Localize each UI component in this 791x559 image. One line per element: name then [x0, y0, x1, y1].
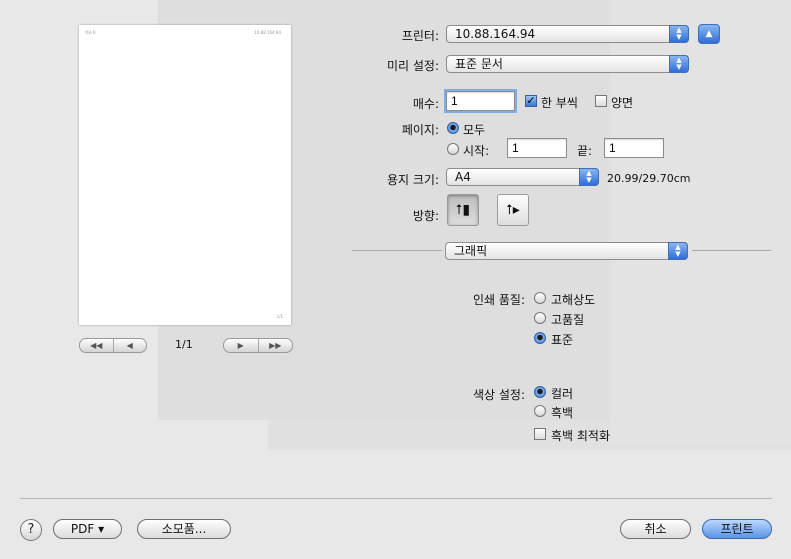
color-option-label: 컬러: [551, 387, 574, 401]
quality-standard-label: 표준: [551, 333, 574, 347]
presets-value: 표준 문서: [455, 57, 503, 71]
pages-label: 페이지:: [401, 123, 439, 137]
print-button[interactable]: 프린트: [702, 519, 772, 539]
copies-field[interactable]: [446, 91, 515, 111]
triangle-up-icon: ▲: [705, 29, 713, 39]
pages-all-label: 모두: [463, 123, 486, 137]
pages-to-label: 끝:: [577, 144, 593, 158]
duplex-label: 양면: [611, 96, 634, 110]
orientation-label: 방향:: [412, 209, 439, 223]
popup-arrows-icon: ▲ ▼: [669, 55, 689, 73]
preview-nav-forward[interactable]: ▶ ▶▶: [223, 338, 293, 353]
grayscale-optimize-checkbox[interactable]: [534, 428, 546, 440]
preview-header-left: 텍스트: [85, 30, 97, 35]
section-divider-right: [692, 250, 771, 251]
preview-header-right: 10.88.164.94: [254, 30, 281, 35]
prev-page-icon[interactable]: ◀: [112, 339, 147, 352]
grayscale-optimize-label: 흑백 최적화: [551, 429, 611, 443]
pages-from-label: 시작:: [463, 144, 490, 158]
first-page-icon[interactable]: ◀◀: [80, 339, 113, 352]
presets-label: 미리 설정:: [386, 59, 439, 73]
collapse-details-button[interactable]: ▲: [698, 24, 720, 44]
last-page-icon[interactable]: ▶▶: [257, 339, 293, 352]
pages-range-radio[interactable]: [447, 143, 459, 155]
color-label: 색상 설정:: [472, 388, 525, 402]
supplies-button[interactable]: 소모품...: [137, 519, 231, 539]
pages-to-field[interactable]: [604, 138, 664, 158]
collated-label: 한 부씩: [541, 96, 578, 110]
popup-arrows-icon: ▲ ▼: [579, 168, 599, 186]
section-popup[interactable]: 그래픽 ▲ ▼: [445, 242, 688, 260]
landscape-orientation-icon: ⭡▸: [506, 202, 520, 218]
quality-high-label: 고품질: [551, 313, 585, 327]
preview-footer: 1/1: [276, 314, 283, 319]
popup-arrows-icon: ▲ ▼: [668, 242, 688, 260]
pages-from-field[interactable]: [507, 138, 567, 158]
duplex-checkbox[interactable]: [595, 95, 607, 107]
color-radio[interactable]: [534, 386, 546, 398]
printer-popup[interactable]: 10.88.164.94 ▲ ▼: [446, 25, 689, 43]
quality-high-res-radio[interactable]: [534, 292, 546, 304]
section-value: 그래픽: [454, 244, 488, 258]
pdf-button[interactable]: PDF ▾: [53, 519, 122, 539]
paper-size-value: A4: [455, 170, 471, 184]
pages-all-radio[interactable]: [447, 122, 459, 134]
next-page-icon[interactable]: ▶: [224, 339, 258, 352]
cancel-button[interactable]: 취소: [620, 519, 691, 539]
help-button[interactable]: ?: [20, 519, 42, 541]
help-icon: ?: [27, 522, 35, 537]
collated-checkbox[interactable]: ✓: [525, 95, 537, 107]
print-preview-page: 텍스트 10.88.164.94 1/1: [79, 25, 291, 325]
preview-nav-back[interactable]: ◀◀ ◀: [79, 338, 147, 353]
paper-size-popup[interactable]: A4 ▲ ▼: [446, 168, 599, 186]
footer-divider: [20, 498, 772, 499]
quality-label: 인쇄 품질:: [472, 293, 525, 307]
quality-standard-radio[interactable]: [534, 332, 546, 344]
portrait-button[interactable]: ⭡▮: [447, 194, 479, 226]
presets-popup[interactable]: 표준 문서 ▲ ▼: [446, 55, 689, 73]
copies-label: 매수:: [412, 97, 439, 111]
landscape-button[interactable]: ⭡▸: [497, 194, 529, 226]
section-divider-left: [352, 250, 442, 251]
quality-high-res-label: 고해상도: [551, 293, 596, 307]
grayscale-option-label: 흑백: [551, 406, 574, 420]
printer-value: 10.88.164.94: [455, 27, 536, 41]
printer-label: 프린터:: [401, 29, 439, 43]
grayscale-radio[interactable]: [534, 405, 546, 417]
portrait-orientation-icon: ⭡▮: [455, 202, 471, 218]
popup-arrows-icon: ▲ ▼: [669, 25, 689, 43]
page-counter: 1/1: [175, 338, 193, 351]
paper-size-label: 용지 크기:: [386, 173, 439, 187]
paper-dimensions: 20.99/29.70cm: [607, 172, 691, 185]
quality-high-radio[interactable]: [534, 312, 546, 324]
